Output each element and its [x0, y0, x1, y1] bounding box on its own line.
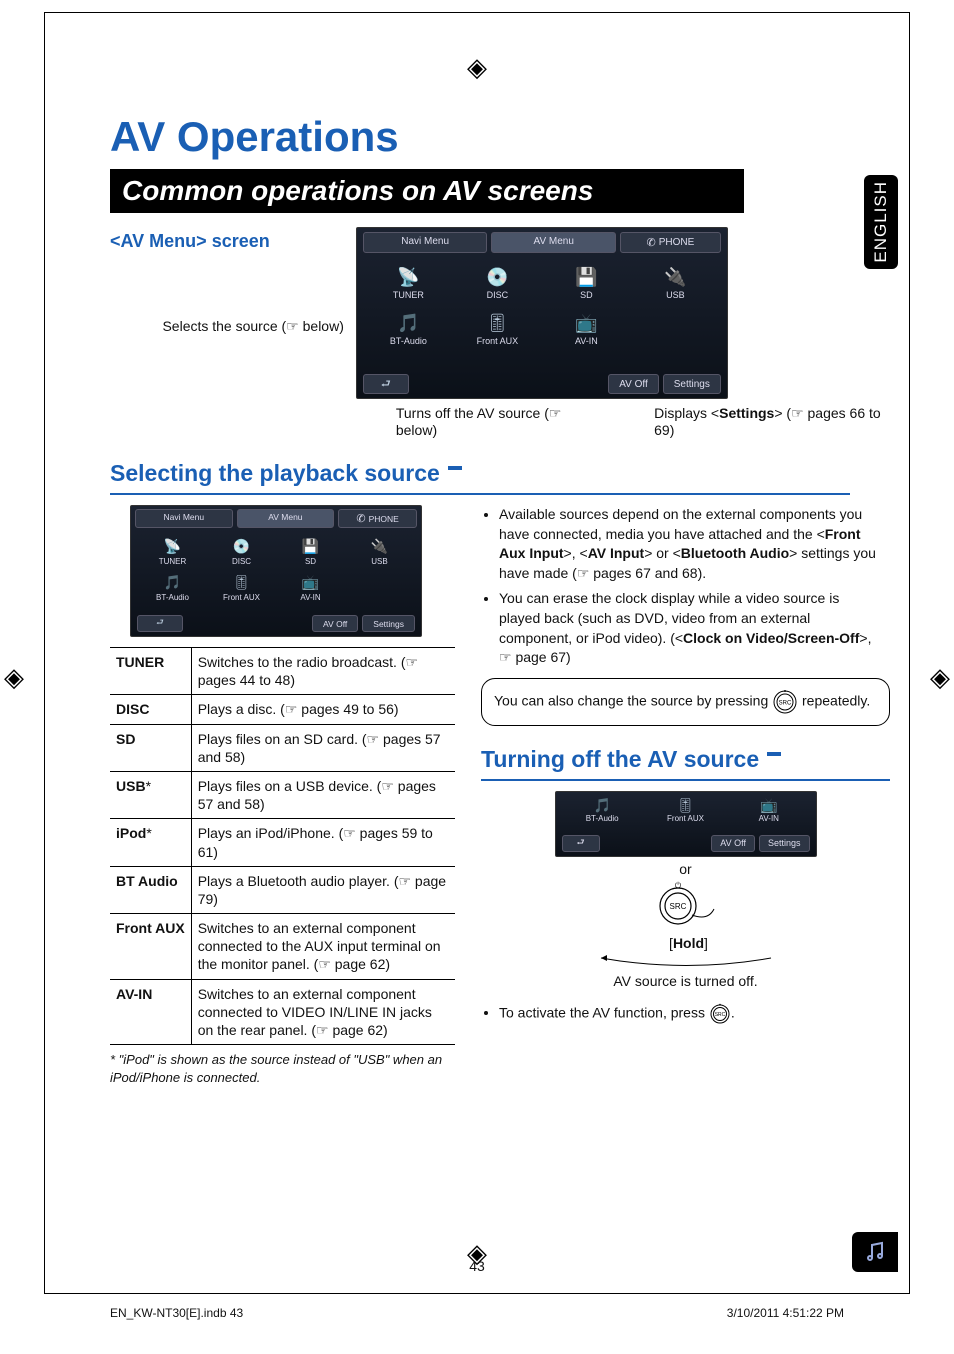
device-settings-button-sm[interactable]: Settings	[362, 615, 415, 632]
src-name-cell: Front AUX	[110, 914, 191, 980]
table-row: USB*Plays files on a USB device. (☞ page…	[110, 771, 455, 818]
src-avin-sm[interactable]: 📺AV-IN	[277, 571, 344, 605]
src-knob-icon-inline: SRC	[772, 689, 798, 715]
or-label: or	[481, 861, 890, 877]
device-tab-phone-sm[interactable]: PHONE	[338, 509, 417, 528]
section-title-turnoff: Turning off the AV source	[481, 746, 890, 773]
registration-mark-right: ◈	[930, 664, 950, 690]
device-back-button-sm[interactable]: ⮐	[137, 615, 183, 632]
src-desc-cell: Switches to an external component connec…	[191, 979, 455, 1045]
src-sd[interactable]: 💾SD	[543, 261, 630, 305]
src-sd-sm[interactable]: 💾SD	[277, 535, 344, 569]
svg-text:SRC: SRC	[779, 700, 792, 706]
footer-timestamp: 3/10/2011 4:51:22 PM	[727, 1306, 844, 1320]
src-disc-sm[interactable]: 💿DISC	[208, 535, 275, 569]
strip-frontaux[interactable]: 🎚Front AUX	[645, 796, 726, 824]
section-bar-common-ops: Common operations on AV screens	[110, 169, 744, 213]
strip-back[interactable]: ⮐	[562, 835, 600, 852]
footer-file-name: EN_KW-NT30[E].indb 43	[110, 1306, 243, 1320]
svg-text:SRC: SRC	[715, 1012, 726, 1018]
src-desc-cell: Switches to an external component connec…	[191, 914, 455, 980]
page-title: AV Operations	[110, 113, 890, 161]
device-tab-phone[interactable]: PHONE	[620, 232, 721, 253]
strip-btaudio[interactable]: 🎵BT-Audio	[562, 796, 643, 824]
src-btaudio-sm[interactable]: 🎵BT-Audio	[139, 571, 206, 605]
device-avoff-button-sm[interactable]: AV Off	[312, 615, 358, 632]
table-row: SDPlays files on an SD card. (☞ pages 57…	[110, 724, 455, 771]
src-desc-cell: Plays a disc. (☞ pages 49 to 56)	[191, 695, 455, 724]
src-name-cell: DISC	[110, 695, 191, 724]
av-off-screenshot-strip: 🎵BT-Audio 🎚Front AUX 📺AV-IN ⮐ AV Off Set…	[555, 791, 817, 857]
src-name-cell: SD	[110, 724, 191, 771]
callout-selects-source: Selects the source (☞ below)	[110, 318, 348, 335]
src-tuner[interactable]: 📡TUNER	[365, 261, 452, 305]
src-frontaux[interactable]: 🎚Front AUX	[454, 307, 541, 351]
strip-settings[interactable]: Settings	[759, 835, 810, 852]
table-row: BT AudioPlays a Bluetooth audio player. …	[110, 866, 455, 913]
src-desc-cell: Switches to the radio broadcast. (☞ page…	[191, 648, 455, 695]
av-menu-screenshot-small: Navi Menu AV Menu PHONE 📡TUNER 💿DISC 💾SD…	[130, 505, 422, 637]
swoosh-underline-icon	[596, 955, 776, 969]
src-knob-icon: SRC ⏻	[656, 881, 716, 931]
registration-mark-left: ◈	[4, 664, 24, 690]
av-menu-screenshot-large: Navi Menu AV Menu PHONE 📡TUNER 💿DISC 💾SD…	[356, 227, 728, 399]
src-btaudio[interactable]: 🎵BT-Audio	[365, 307, 452, 351]
callout-turns-off: Turns off the AV source (☞ below)	[396, 405, 594, 438]
device-back-button[interactable]: ⮐	[363, 374, 409, 394]
src-usb-sm[interactable]: 🔌USB	[346, 535, 413, 569]
bullet-clock-display: You can erase the clock display while a …	[499, 589, 876, 667]
device-tab-av-sm[interactable]: AV Menu	[237, 509, 335, 528]
svg-text:SRC: SRC	[669, 902, 686, 911]
registration-mark-top: ◈	[467, 54, 487, 80]
change-source-note: You can also change the source by pressi…	[481, 678, 890, 726]
source-table-footnote: * "iPod" is shown as the source instead …	[110, 1051, 455, 1086]
device-tab-navi[interactable]: Navi Menu	[363, 232, 488, 253]
source-table: TUNERSwitches to the radio broadcast. (☞…	[110, 647, 455, 1045]
table-row: Front AUXSwitches to an external compone…	[110, 914, 455, 980]
src-avin[interactable]: 📺AV-IN	[543, 307, 630, 351]
hold-label: [Hold]	[669, 935, 708, 951]
table-row: TUNERSwitches to the radio broadcast. (☞…	[110, 648, 455, 695]
av-off-caption: AV source is turned off.	[481, 973, 890, 989]
src-name-cell: iPod*	[110, 819, 191, 866]
src-name-cell: TUNER	[110, 648, 191, 695]
src-desc-cell: Plays an iPod/iPhone. (☞ pages 59 to 61)	[191, 819, 455, 866]
page-number: 43	[469, 1258, 485, 1274]
callout-displays-settings: Displays <Settings> (☞ pages 66 to 69)	[654, 405, 890, 438]
bullet-available-sources: Available sources depend on the external…	[499, 505, 876, 583]
table-row: AV-INSwitches to an external component c…	[110, 979, 455, 1045]
device-tab-av[interactable]: AV Menu	[491, 232, 616, 253]
section-title-selecting: Selecting the playback source	[110, 460, 890, 487]
src-empty-sm	[346, 571, 413, 605]
device-settings-button[interactable]: Settings	[663, 374, 721, 394]
src-tuner-sm[interactable]: 📡TUNER	[139, 535, 206, 569]
src-empty	[632, 307, 719, 351]
strip-avin[interactable]: 📺AV-IN	[728, 796, 809, 824]
device-tab-navi-sm[interactable]: Navi Menu	[135, 509, 233, 528]
table-row: DISCPlays a disc. (☞ pages 49 to 56)	[110, 695, 455, 724]
bullet-activate: To activate the AV function, press SRC .	[499, 1003, 876, 1025]
src-knob-icon-small: SRC	[709, 1003, 731, 1025]
src-desc-cell: Plays files on an SD card. (☞ pages 57 a…	[191, 724, 455, 771]
av-menu-screen-heading: <AV Menu> screen	[110, 231, 348, 252]
src-usb[interactable]: 🔌USB	[632, 261, 719, 305]
src-desc-cell: Plays a Bluetooth audio player. (☞ page …	[191, 866, 455, 913]
device-avoff-button[interactable]: AV Off	[608, 374, 659, 394]
music-badge-icon	[852, 1232, 898, 1272]
src-disc[interactable]: 💿DISC	[454, 261, 541, 305]
src-desc-cell: Plays files on a USB device. (☞ pages 57…	[191, 771, 455, 818]
src-name-cell: USB*	[110, 771, 191, 818]
strip-avoff[interactable]: AV Off	[711, 835, 755, 852]
src-frontaux-sm[interactable]: 🎚Front AUX	[208, 571, 275, 605]
table-row: iPod*Plays an iPod/iPhone. (☞ pages 59 t…	[110, 819, 455, 866]
svg-text:⏻: ⏻	[674, 881, 681, 890]
src-name-cell: AV-IN	[110, 979, 191, 1045]
src-name-cell: BT Audio	[110, 866, 191, 913]
